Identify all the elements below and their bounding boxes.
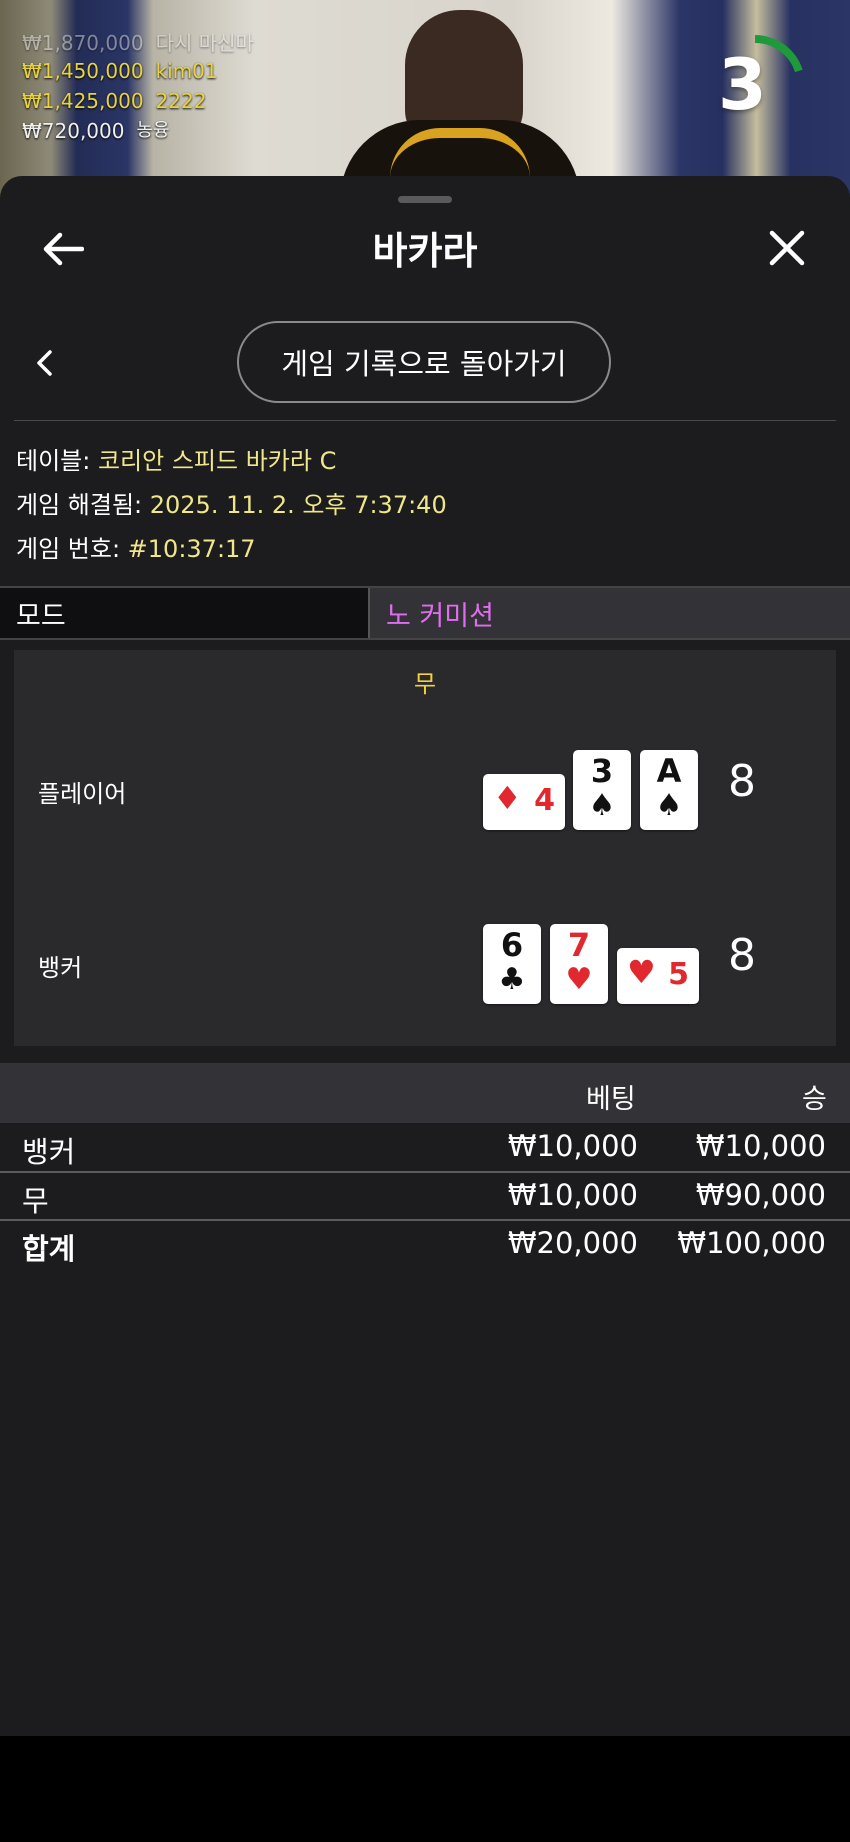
leaderboard-name: kim01: [155, 59, 218, 83]
resolved-info: 게임 해결됨: 2025. 11. 2. 오후 7:37:40: [16, 485, 447, 520]
mode-row: 모드 노 커미션: [0, 586, 850, 640]
table-label: 테이블:: [16, 447, 98, 475]
divider: [14, 420, 836, 421]
leaderboard-amount: ₩1,450,000: [22, 59, 144, 83]
card-rank: 5: [668, 957, 689, 992]
outcome-label: 무: [413, 670, 437, 698]
win-amount: ₩90,000: [695, 1178, 826, 1212]
bet-amount: ₩10,000: [507, 1129, 638, 1163]
leaderboard-amount: ₩720,000: [22, 119, 125, 143]
drag-handle[interactable]: [398, 196, 452, 203]
card-suit-icon: ♣: [498, 962, 526, 997]
card-suit-icon: ♠: [655, 788, 683, 823]
card-rank: 7: [567, 926, 591, 964]
countdown-timer: 3: [700, 30, 810, 140]
total-win-amount: ₩100,000: [677, 1226, 826, 1260]
win-column-header: 승: [802, 1084, 827, 1115]
player-label: 플레이어: [38, 780, 127, 808]
leaderboard-row: ₩1,870,000 다시 마신마: [22, 28, 254, 58]
bet-amount: ₩10,000: [507, 1178, 638, 1212]
resolved-value: 2025. 11. 2. 오후 7:37:40: [149, 491, 447, 519]
card-suit-icon: ♦: [493, 779, 522, 817]
history-detail-sheet: 바카라 게임 기록으로 돌아가기 테이블: 코리안 스피드 바카라 C 게임 해…: [0, 176, 850, 1736]
timer-value: 3: [718, 44, 767, 126]
page-title: 바카라: [372, 229, 478, 273]
table-info: 테이블: 코리안 스피드 바카라 C: [16, 441, 336, 476]
card-rank: 6: [500, 926, 524, 964]
leaderboard-row: ₩1,450,000 kim01: [22, 56, 254, 86]
round-result: 무 플레이어 4 ♦ 3 ♠ A ♠ 8 뱅커 6 ♣ 7 ♥ 5 ♥ 8: [14, 650, 836, 1046]
banker-score: 8: [728, 930, 756, 981]
close-icon[interactable]: [768, 228, 806, 278]
playing-card: 6 ♣: [483, 924, 541, 1004]
card-rank: A: [656, 752, 682, 790]
player-score: 8: [728, 756, 756, 807]
back-to-history-button[interactable]: 게임 기록으로 돌아가기: [237, 321, 611, 403]
table-value: 코리안 스피드 바카라 C: [97, 447, 337, 475]
card-suit-icon: ♥: [565, 962, 593, 997]
card-suit-icon: ♥: [627, 953, 656, 991]
winners-leaderboard: ₩1,870,000 다시 마신마 ₩1,450,000 kim01 ₩1,42…: [22, 31, 254, 146]
bet-name: 뱅커: [22, 1135, 76, 1169]
total-bet-amount: ₩20,000: [507, 1226, 638, 1260]
card-rank: 3: [590, 752, 614, 790]
leaderboard-name: 농융: [136, 120, 170, 141]
leaderboard-row: ₩720,000 농융: [22, 116, 254, 146]
playing-card: 5 ♥: [617, 948, 699, 1004]
leaderboard-name: 2222: [155, 89, 207, 113]
game-number-label: 게임 번호:: [16, 535, 128, 563]
playing-card: 7 ♥: [550, 924, 608, 1004]
table-row: 뱅커 ₩10,000 ₩10,000: [0, 1123, 850, 1171]
mode-value: 노 커미션: [368, 588, 850, 638]
leaderboard-row: ₩1,425,000 2222: [22, 86, 254, 116]
chevron-left-icon[interactable]: [34, 346, 54, 387]
game-number-value: #10:37:17: [127, 535, 256, 563]
win-amount: ₩10,000: [695, 1129, 826, 1163]
table-row-total: 합계 ₩20,000 ₩100,000: [0, 1220, 850, 1268]
resolved-label: 게임 해결됨:: [16, 491, 150, 519]
playing-card: 3 ♠: [573, 750, 631, 830]
card-rank: 4: [534, 783, 555, 818]
bet-column-header: 베팅: [586, 1084, 636, 1115]
playing-card: 4 ♦: [483, 774, 565, 830]
leaderboard-amount: ₩1,870,000: [22, 31, 144, 55]
table-row: 무 ₩10,000 ₩90,000: [0, 1172, 850, 1220]
leaderboard-amount: ₩1,425,000: [22, 89, 144, 113]
playing-card: A ♠: [640, 750, 698, 830]
game-number-info: 게임 번호: #10:37:17: [16, 529, 256, 564]
bets-table-header: 베팅 승: [0, 1063, 850, 1123]
bet-name: 무: [22, 1184, 49, 1218]
total-label: 합계: [22, 1232, 76, 1266]
leaderboard-name: 다시 마신마: [155, 31, 254, 55]
mode-label: 모드: [0, 588, 368, 638]
banker-label: 뱅커: [38, 954, 83, 982]
card-suit-icon: ♠: [588, 788, 616, 823]
